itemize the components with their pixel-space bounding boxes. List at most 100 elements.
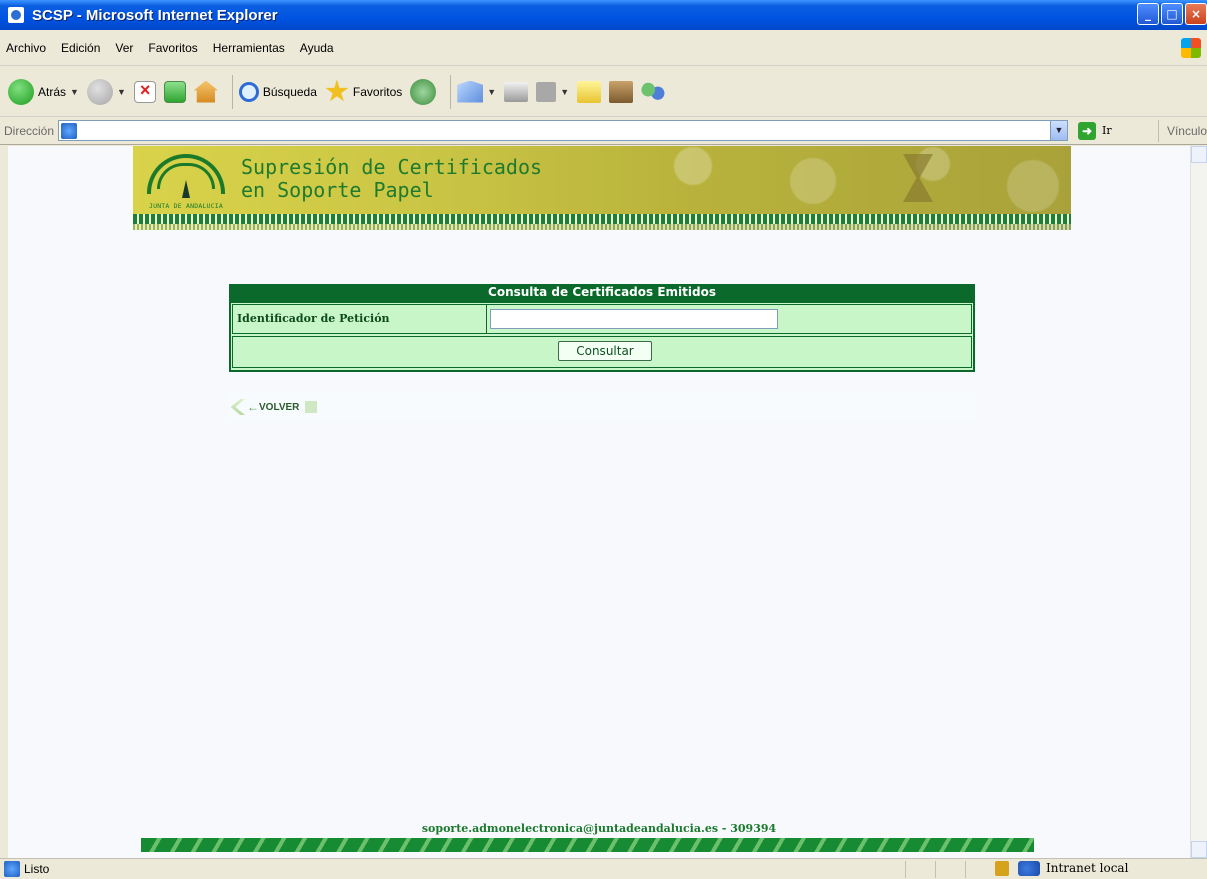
security-zone-label: Intranet local [1046, 861, 1129, 875]
form-row-submit: Consultar [232, 336, 972, 368]
form-row-identifier: Identificador de Petición [232, 304, 972, 334]
banner-title: Supresión de Certificados en Soporte Pap… [241, 156, 542, 202]
toolbar-separator [450, 74, 452, 109]
home-icon [193, 80, 218, 103]
chevron-down-icon[interactable]: ▼ [70, 87, 79, 97]
back-button[interactable]: Atrás ▼ [8, 78, 79, 105]
chevron-down-icon[interactable]: ▼ [117, 87, 126, 97]
search-label: Búsqueda [262, 84, 317, 99]
chevron-down-icon[interactable]: ▼ [560, 87, 569, 97]
home-button[interactable] [193, 80, 218, 103]
menu-ver[interactable]: Ver [115, 41, 133, 55]
go-arrow-icon: ➜ [1078, 121, 1097, 140]
discuss-button[interactable] [577, 80, 602, 103]
panel-title: Consulta de Certificados Emitidos [229, 284, 975, 301]
print-button[interactable] [504, 81, 529, 102]
window-title: SCSP - Microsoft Internet Explorer [32, 6, 278, 24]
identifier-input-cell [488, 305, 972, 333]
toolbar-separator [231, 74, 233, 109]
stop-button[interactable] [133, 80, 156, 103]
query-panel: Consulta de Certificados Emitidos Identi… [229, 284, 975, 372]
favorites-label: Favoritos [352, 84, 403, 99]
menu-archivo[interactable]: Archivo [6, 41, 46, 55]
arrow-left-icon: ← [247, 400, 259, 414]
banner-title-line1: Supresión de Certificados [241, 155, 543, 179]
messenger-button[interactable] [641, 79, 666, 104]
status-bar: Listo Intranet local [0, 858, 1207, 879]
toolbar: Atrás ▼ ▼ Búsqueda Favoritos ▼ ▼ [0, 67, 1207, 117]
chevron-left-icon [230, 399, 245, 415]
junta-logo: JUNTA DE ANDALUCIA [141, 152, 231, 214]
logo-text: JUNTA DE ANDALUCIA [148, 202, 224, 210]
edit-button[interactable]: ▼ [536, 81, 569, 102]
menu-herramientas[interactable]: Herramientas [213, 41, 285, 55]
banner-stripe [133, 214, 1071, 224]
identifier-label: Identificador de Petición [233, 305, 487, 333]
print-icon [504, 81, 529, 102]
panel-body: Identificador de Petición Consultar [229, 301, 975, 372]
star-icon [325, 79, 349, 102]
page-viewport: JUNTA DE ANDALUCIA Supresión de Certific… [8, 146, 1190, 858]
search-icon [238, 81, 259, 102]
status-panes [905, 861, 995, 878]
edit-icon [536, 81, 557, 102]
refresh-icon [163, 80, 186, 103]
lock-icon [995, 861, 1009, 876]
footer-stripe [141, 838, 1034, 852]
identifier-input[interactable] [490, 309, 778, 329]
refresh-button[interactable] [163, 80, 186, 103]
back-arrow-icon [8, 78, 34, 105]
page-status-icon [4, 861, 20, 877]
maximize-button[interactable]: □ [1161, 3, 1183, 25]
address-dropdown-icon[interactable]: ▼ [1050, 121, 1068, 140]
status-pane [905, 861, 935, 878]
search-button[interactable]: Búsqueda [238, 81, 317, 102]
menu-favoritos[interactable]: Favoritos [148, 41, 197, 55]
forward-button[interactable]: ▼ [86, 78, 126, 105]
decorative-square-icon [305, 401, 318, 413]
window-controls: _ □ × [1137, 3, 1207, 25]
menu-ayuda[interactable]: Ayuda [300, 41, 334, 55]
volver-label: VOLVER [259, 401, 300, 413]
menu-bar: Archivo Edición Ver Favoritos Herramient… [0, 30, 1207, 66]
consultar-button[interactable]: Consultar [558, 341, 652, 361]
status-pane [965, 861, 995, 878]
windows-logo-icon [1181, 38, 1201, 58]
title-bar: SCSP - Microsoft Internet Explorer _ □ × [0, 0, 1207, 30]
back-label: Atrás [38, 84, 67, 99]
history-button[interactable] [410, 78, 437, 105]
mail-button[interactable]: ▼ [457, 80, 496, 103]
nav-strip: ← VOLVER [229, 393, 975, 421]
page-icon [61, 123, 78, 139]
stop-icon [133, 80, 156, 103]
mail-icon [457, 80, 484, 103]
status-pane [935, 861, 965, 878]
header-banner: JUNTA DE ANDALUCIA Supresión de Certific… [133, 146, 1071, 230]
research-icon [609, 80, 634, 103]
go-label: Ir [1102, 124, 1112, 137]
chevron-down-icon[interactable]: ▼ [487, 87, 496, 97]
research-button[interactable] [609, 80, 634, 103]
scroll-up-button[interactable] [1191, 146, 1207, 163]
vertical-scrollbar[interactable] [1190, 146, 1207, 858]
minimize-button[interactable]: _ [1137, 3, 1159, 25]
banner-title-line2: en Soporte Papel [241, 178, 434, 202]
status-text: Listo [24, 862, 50, 876]
address-label: Dirección [4, 123, 55, 138]
favorites-button[interactable]: Favoritos [325, 79, 403, 104]
intranet-zone-icon [1018, 861, 1040, 876]
volver-link[interactable]: ← VOLVER [229, 399, 318, 415]
messenger-icon [641, 79, 666, 104]
note-icon [577, 80, 602, 103]
address-input[interactable]: ▼ [58, 120, 1069, 141]
close-button[interactable]: × [1185, 3, 1207, 25]
history-icon [410, 78, 437, 105]
scroll-down-button[interactable] [1191, 841, 1207, 858]
go-button[interactable]: ➜ Ir [1078, 121, 1112, 140]
address-bar: Dirección ▼ ➜ Ir Vínculo [0, 117, 1207, 145]
banner-pattern [633, 146, 1071, 216]
forward-arrow-icon [86, 78, 113, 105]
footer-contact: soporte.admonelectronica@juntadeandaluci… [421, 822, 777, 835]
menu-edicion[interactable]: Edición [61, 41, 100, 55]
links-toolbar[interactable]: Vínculo [1157, 119, 1207, 142]
